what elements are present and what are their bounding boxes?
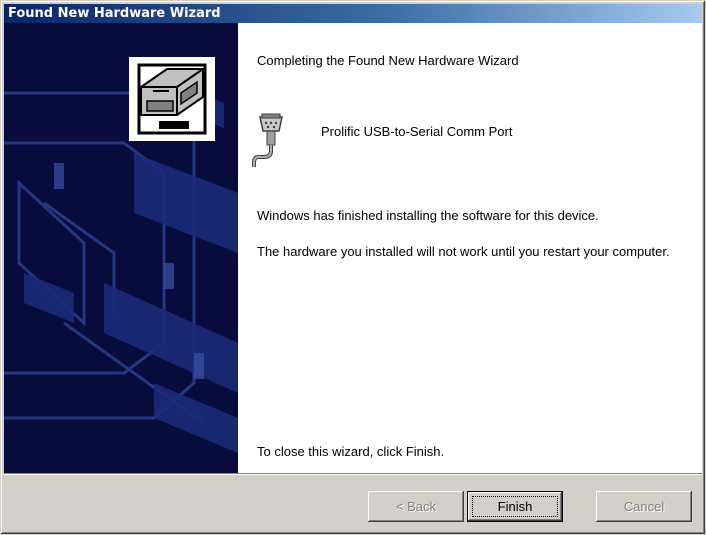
- focus-rectangle: [472, 496, 558, 517]
- restart-message: The hardware you installed will not work…: [257, 244, 670, 259]
- serial-port-icon: [252, 111, 286, 169]
- install-finished-message: Windows has finished installing the soft…: [257, 208, 599, 223]
- finish-button[interactable]: Finish: [467, 491, 563, 522]
- title-bar[interactable]: Found New Hardware Wizard: [4, 4, 702, 23]
- device-name: Prolific USB-to-Serial Comm Port: [321, 124, 513, 139]
- button-separator: [4, 473, 702, 475]
- cancel-button[interactable]: Cancel: [596, 491, 692, 522]
- close-instruction: To close this wizard, click Finish.: [257, 444, 445, 459]
- wizard-content: Completing the Found New Hardware Wizard…: [4, 23, 702, 473]
- window-title: Found New Hardware Wizard: [8, 6, 221, 21]
- back-button[interactable]: < Back: [368, 491, 464, 522]
- wizard-main-panel: Completing the Found New Hardware Wizard…: [238, 23, 702, 473]
- hardware-box-icon: [129, 57, 215, 141]
- wizard-window: Found New Hardware Wizard Completing the…: [0, 0, 706, 535]
- wizard-side-panel: [4, 23, 238, 473]
- wizard-heading: Completing the Found New Hardware Wizard: [257, 53, 519, 68]
